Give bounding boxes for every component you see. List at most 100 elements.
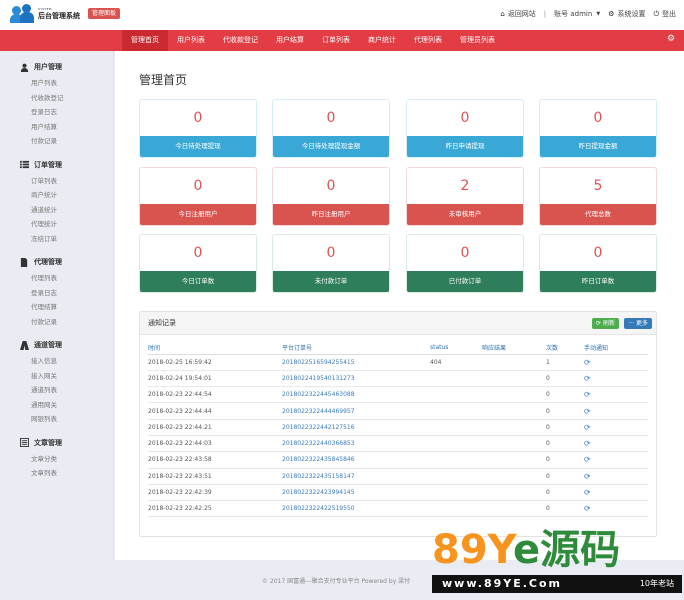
cell-order[interactable]: 2018022322423994145: [282, 484, 430, 502]
logout-link[interactable]: ⏻ 登出: [653, 9, 676, 19]
resend-notify-icon[interactable]: ⟳: [584, 374, 591, 383]
stat-card[interactable]: 0 已付款订单: [406, 234, 524, 293]
sidebar-item[interactable]: 付款记录: [20, 315, 113, 330]
cell-order[interactable]: 2018022322422519550: [282, 500, 430, 518]
sidebar-item[interactable]: 文章列表: [20, 466, 113, 481]
cell-result: [482, 419, 546, 436]
cell-status: [430, 370, 482, 388]
sidebar-item[interactable]: 文章分类: [20, 452, 113, 467]
cell-order[interactable]: 2018022322445463088: [282, 386, 430, 404]
users-logo-icon: [10, 4, 34, 24]
cell-time: 2018-02-23 22:43:58: [148, 451, 282, 469]
table-row: 2018-02-23 22:42:25 2018022322422519550 0 ⟳: [148, 500, 648, 518]
cell-order[interactable]: 2018022322435158147: [282, 468, 430, 485]
sidebar-item[interactable]: 代理列表: [20, 271, 113, 286]
sidebar-item[interactable]: 网银列表: [20, 412, 113, 427]
sidebar-item[interactable]: 登录日志: [20, 105, 113, 120]
sidebar-item[interactable]: 接入信息: [20, 354, 113, 369]
resend-notify-icon[interactable]: ⟳: [584, 504, 591, 513]
return-site-link[interactable]: ⌂ 返回网站: [500, 9, 535, 19]
sidebar-item[interactable]: 冻结订单: [20, 232, 113, 247]
watermark: 89Ye源码 www.89YE.Com 10年老站: [432, 527, 682, 599]
nav-tab[interactable]: 代收款登记: [214, 30, 267, 51]
nav-tab[interactable]: 管理首页: [122, 30, 168, 51]
column-header: 次数: [546, 342, 584, 355]
resend-notify-icon[interactable]: ⟳: [584, 358, 591, 367]
stat-card[interactable]: 0 今日待处理提现: [139, 99, 257, 158]
table-row: 2018-02-23 22:42:39 2018022322423994145 0 ⟳: [148, 484, 648, 502]
sidebar-item[interactable]: 用户结算: [20, 120, 113, 135]
cell-time: 2018-02-23 22:44:03: [148, 435, 282, 453]
cell-status: [430, 500, 482, 518]
watermark-url: www.89YE.Com: [442, 577, 563, 590]
sidebar-section-title[interactable]: 用户管理: [20, 61, 113, 73]
refresh-button[interactable]: ⟳ 刷新: [592, 318, 619, 329]
stat-value: 0: [326, 110, 336, 126]
cell-manual-notify: ⟳: [584, 354, 648, 371]
stat-card[interactable]: 0 昨日订单数: [539, 234, 657, 293]
nav-tab[interactable]: 商户统计: [359, 30, 405, 51]
nav-tab[interactable]: 订单列表: [313, 30, 359, 51]
resend-notify-icon[interactable]: ⟳: [584, 407, 591, 416]
stat-card[interactable]: 2 未审核用户: [406, 167, 524, 226]
logo[interactable]: SYSTEM 后台管理系统: [10, 4, 80, 24]
table-row: 2018-02-25 16:59:42 2018022516594255415 40…: [148, 354, 648, 371]
stat-card[interactable]: 5 代理总数: [539, 167, 657, 226]
sidebar-item[interactable]: 付款记录: [20, 134, 113, 149]
sidebar-item[interactable]: 订单列表: [20, 174, 113, 189]
cell-count: 0: [546, 500, 584, 518]
cell-order[interactable]: 2018022322444469957: [282, 402, 430, 420]
sidebar-item[interactable]: 代理统计: [20, 217, 113, 232]
stat-card[interactable]: 0 未付款订单: [272, 234, 390, 293]
stat-card[interactable]: 0 今日订单数: [139, 234, 257, 293]
cell-order[interactable]: 2018022322435845846: [282, 451, 430, 469]
sidebar-item[interactable]: 通道统计: [20, 203, 113, 218]
cell-result: [482, 484, 546, 502]
sidebar: 用户管理 用户列表 代收款登记 登录日志 用户结算 付款记录 订单管理 订单列表 商户统计 通道统…: [0, 51, 114, 560]
sidebar-item[interactable]: 通用网关: [20, 398, 113, 413]
stat-value: 0: [460, 245, 470, 261]
sidebar-section-title[interactable]: 文章管理: [20, 437, 113, 449]
nav-tab[interactable]: 管理员列表: [451, 30, 504, 51]
resend-notify-icon[interactable]: ⟳: [584, 488, 591, 497]
cell-order[interactable]: 2018022322442127516: [282, 419, 430, 436]
system-settings-link[interactable]: ⚙ 系统设置: [608, 9, 645, 19]
stat-card[interactable]: 0 昨日提现金额: [539, 99, 657, 158]
sidebar-item[interactable]: 接入网关: [20, 369, 113, 384]
sidebar-section-title[interactable]: 代理管理: [20, 256, 113, 268]
stat-card[interactable]: 0 今日待处理提现金额: [272, 99, 390, 158]
nav-tab[interactable]: 用户列表: [168, 30, 214, 51]
resend-notify-icon[interactable]: ⟳: [584, 455, 591, 464]
resend-notify-icon[interactable]: ⟳: [584, 472, 591, 481]
cell-order[interactable]: 2018022516594255415: [282, 354, 430, 371]
more-button[interactable]: ··· 更多: [624, 318, 652, 329]
resend-notify-icon[interactable]: ⟳: [584, 439, 591, 448]
cell-time: 2018-02-25 16:59:42: [148, 354, 282, 371]
sidebar-item[interactable]: 商户统计: [20, 188, 113, 203]
column-header: 手动通知: [584, 342, 648, 355]
sidebar-section-title[interactable]: 通道管理: [20, 339, 113, 351]
stat-value: 2: [460, 178, 470, 194]
nav-tab[interactable]: 用户结算: [267, 30, 313, 51]
stat-card[interactable]: 0 今日注册用户: [139, 167, 257, 226]
sidebar-item[interactable]: 代理结算: [20, 300, 113, 315]
cell-order[interactable]: 2018022419540131273: [282, 370, 430, 388]
stat-card[interactable]: 0 昨日注册用户: [272, 167, 390, 226]
nav-tab[interactable]: 代理列表: [405, 30, 451, 51]
resend-notify-icon[interactable]: ⟳: [584, 423, 591, 432]
resend-notify-icon[interactable]: ⟳: [584, 390, 591, 399]
cell-order[interactable]: 2018022322440366853: [282, 435, 430, 453]
cell-manual-notify: ⟳: [584, 435, 648, 453]
stat-label: 已付款订单: [407, 271, 523, 292]
sidebar-item[interactable]: 通道列表: [20, 383, 113, 398]
sidebar-item[interactable]: 代收款登记: [20, 91, 113, 106]
sidebar-item[interactable]: 登录日志: [20, 286, 113, 301]
column-header: 响应结果: [482, 342, 546, 355]
sidebar-section-title[interactable]: 订单管理: [20, 159, 113, 171]
account-dropdown[interactable]: 账号 admin ▼: [554, 9, 600, 19]
stat-card[interactable]: 0 昨日申请提现: [406, 99, 524, 158]
stat-value: 5: [593, 178, 603, 194]
sidebar-item[interactable]: 用户列表: [20, 76, 113, 91]
user-icon: [20, 63, 29, 72]
nav-settings-gear-icon[interactable]: ⚙: [667, 35, 676, 44]
